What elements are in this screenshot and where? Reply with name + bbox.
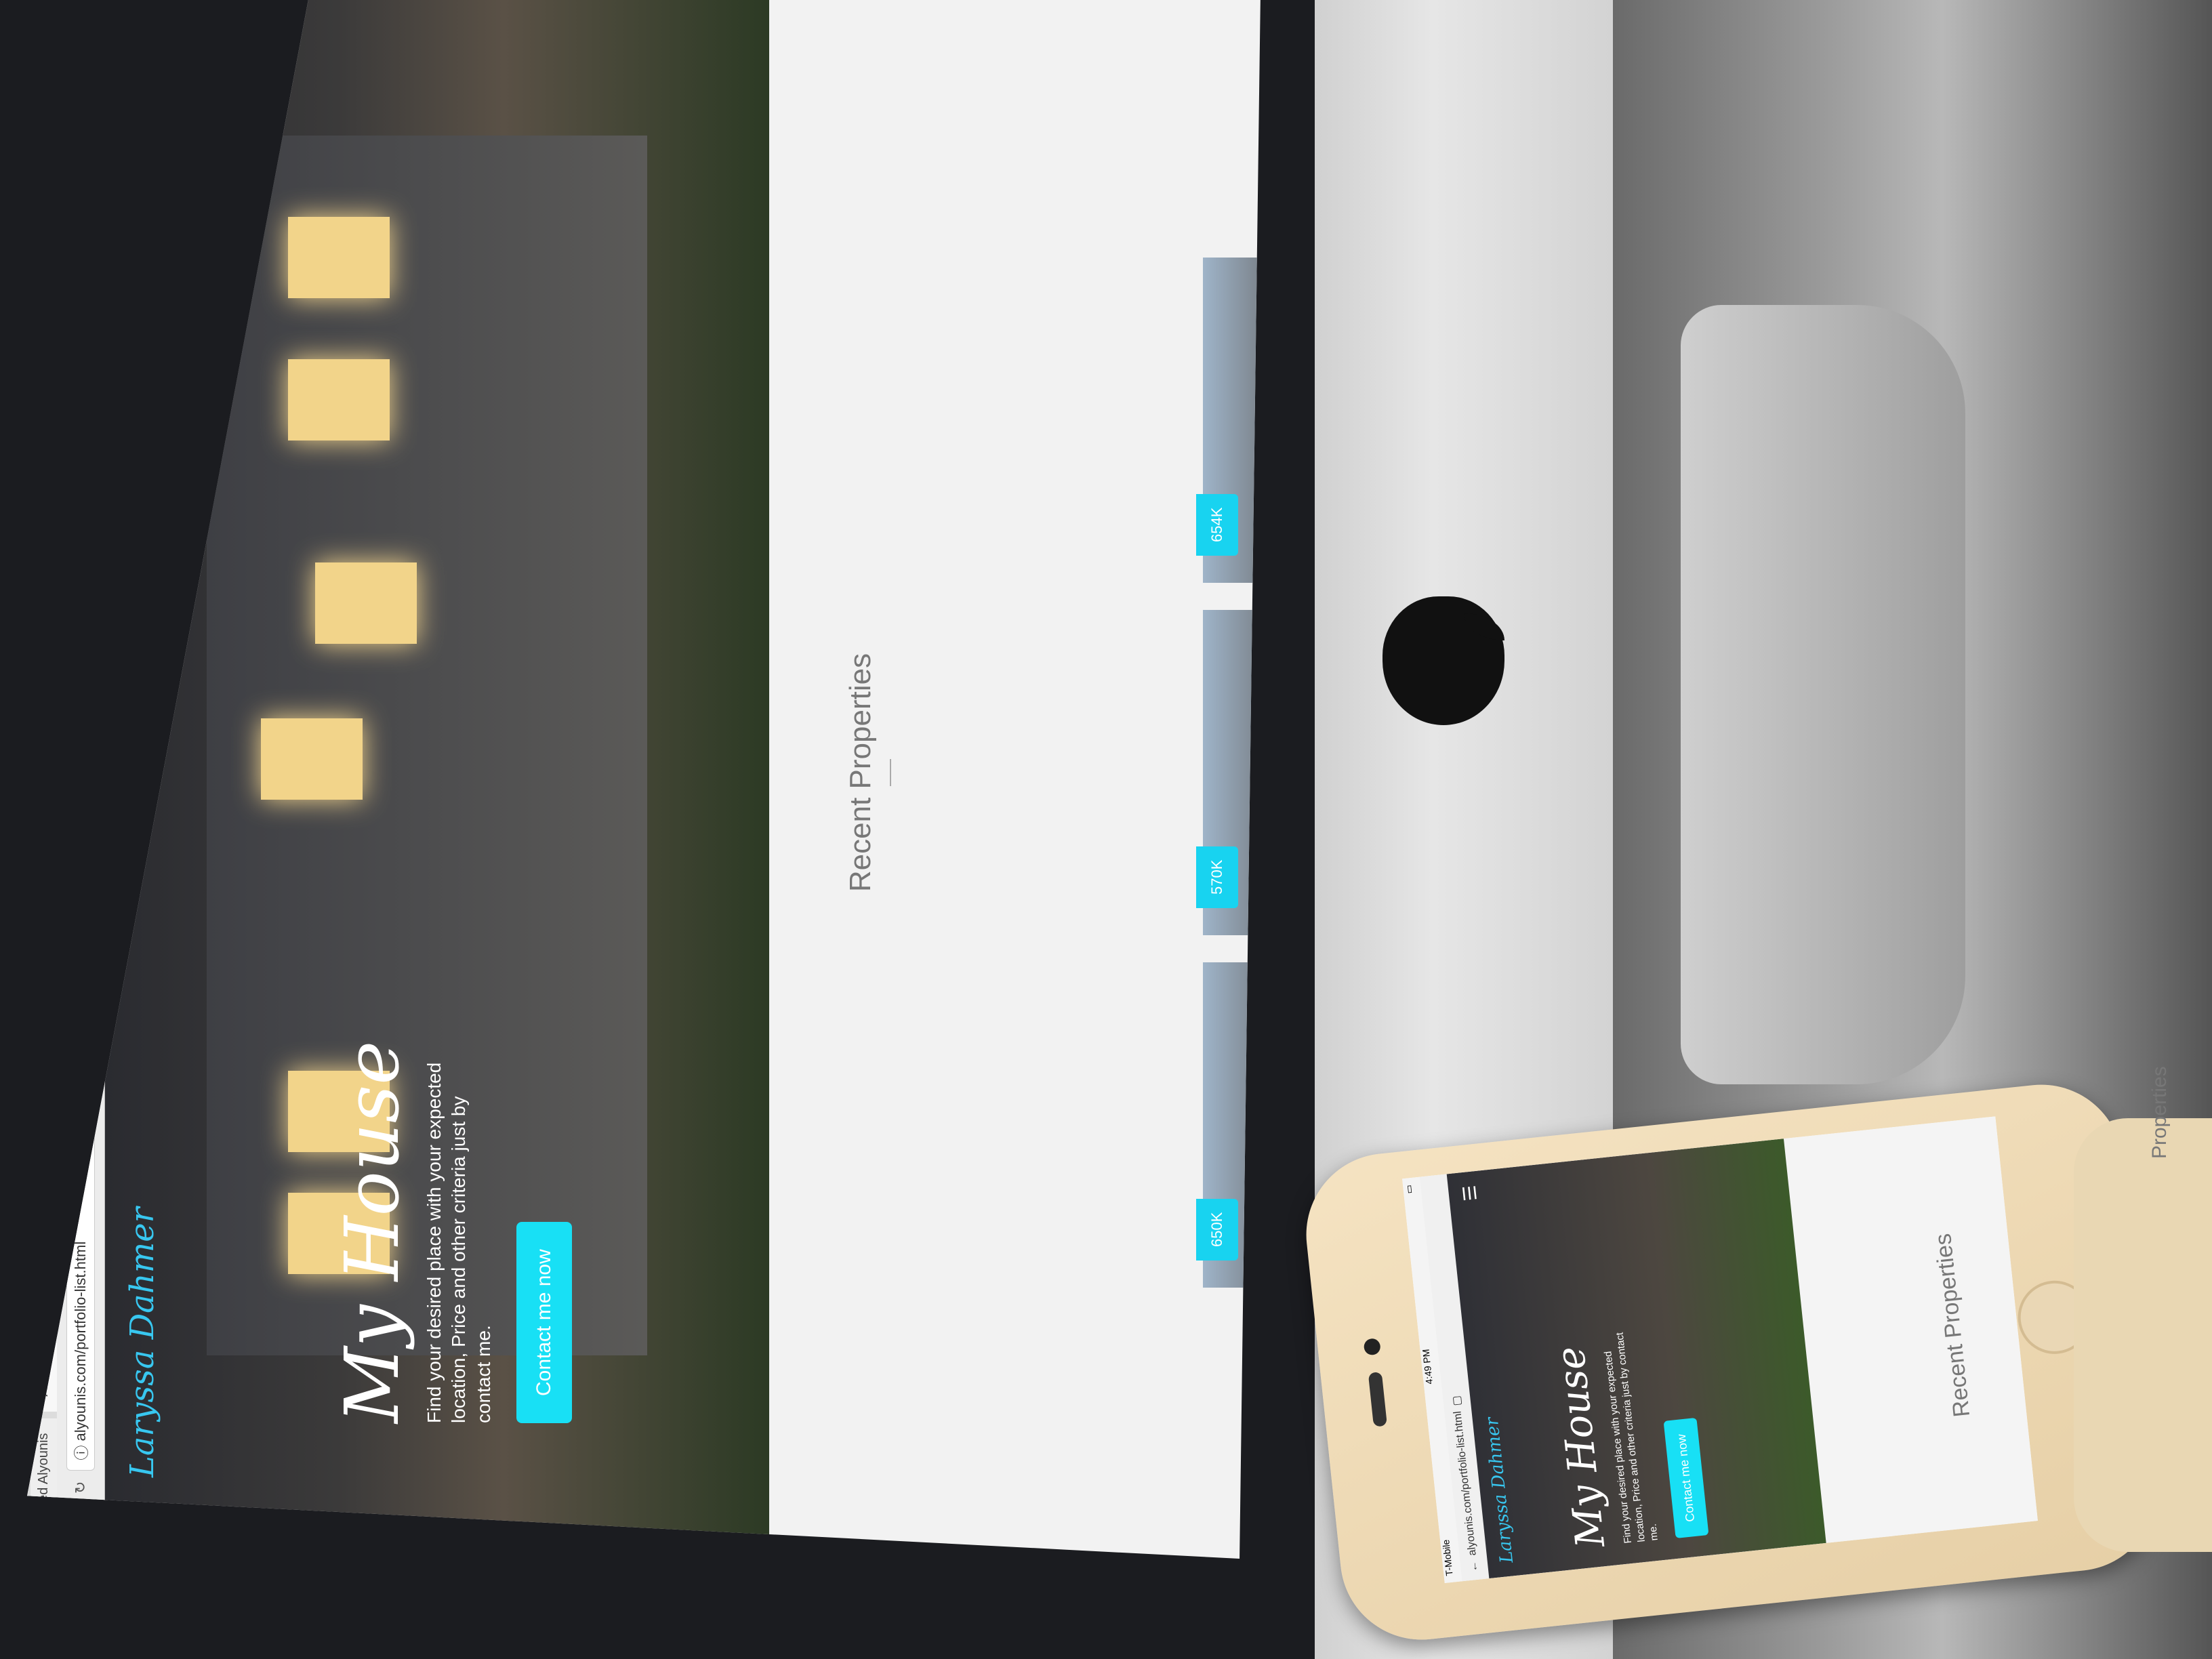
tab-0[interactable]: Ahmed Alyounis <box>30 1418 57 1545</box>
forward-icon[interactable]: → <box>72 1504 89 1519</box>
tab-strip: Ahmed Alyounis Ahmed Alyounis - Work Get… <box>27 0 57 1559</box>
hero-section: Laryssa Dahmer Home Properties Resource … <box>105 0 769 1559</box>
hero-subtitle: Find your desired place with your expect… <box>424 1062 494 1423</box>
back-icon[interactable]: ← <box>72 1530 89 1545</box>
address-bar[interactable]: ⓘ alyounis.com/portfolio-list.html <box>66 49 95 1471</box>
property-cards: 650K 570K 654K <box>1196 0 1261 1559</box>
monitor-bezel: Ahmed Alyounis Ahmed Alyounis - Work Get… <box>0 0 1315 1659</box>
hero-text: My House Find your desired place with yo… <box>329 1040 573 1423</box>
price-badge: 570K <box>1196 846 1238 908</box>
house-window <box>288 359 390 441</box>
front-camera-icon <box>1363 1338 1381 1356</box>
phone-browser: T-Mobile 4:49 PM ▭ ← alyounis.com/portfo… <box>1402 1116 2038 1584</box>
site-nav: Home Properties Resource Blog About Cont… <box>106 68 179 565</box>
battery-icon: ▭ <box>1403 1184 1415 1195</box>
monitor-screen: Ahmed Alyounis Ahmed Alyounis - Work Get… <box>27 0 1261 1559</box>
price-badge: 654K <box>1196 493 1238 556</box>
phone-screen: T-Mobile 4:49 PM ▭ ← alyounis.com/portfo… <box>1402 1116 2038 1584</box>
nav-properties[interactable]: Properties <box>106 388 179 491</box>
phone-contact-button[interactable]: Contact me now <box>1663 1417 1709 1539</box>
address-text: alyounis.com/portfolio-list.html <box>72 1241 89 1441</box>
hero-title: My House <box>329 1040 415 1423</box>
info-icon[interactable]: ⓘ <box>70 1441 91 1460</box>
tabs-icon[interactable]: ▢ <box>1450 1395 1464 1406</box>
house-window <box>315 562 417 644</box>
hamburger-menu-icon[interactable]: ☰ <box>1459 1184 1481 1202</box>
back-icon[interactable]: ← <box>1468 1560 1481 1573</box>
phone-hero: Laryssa Dahmer ☰ My House Find your desi… <box>1446 1139 1826 1579</box>
browser-toolbar: ← → ↻ ⓘ alyounis.com/portfolio-list.html… <box>57 0 105 1559</box>
speaker-grille <box>1368 1372 1388 1427</box>
price-badge: 650K <box>1196 1198 1238 1261</box>
tab-5[interactable]: Work | HOANG <box>30 613 57 736</box>
property-card[interactable]: 654K <box>1196 258 1261 583</box>
nav-about[interactable]: About <box>106 154 179 226</box>
second-phone-text: Properties <box>2148 1066 2171 1159</box>
section-divider <box>890 759 891 786</box>
second-phone: Properties <box>2074 1066 2212 1552</box>
time-label: 4:49 PM <box>1420 1348 1435 1385</box>
site-brand[interactable]: Laryssa Dahmer <box>123 1207 161 1477</box>
apple-logo-icon <box>1382 596 1504 725</box>
nav-blog[interactable]: Blog <box>106 226 179 288</box>
bookmark-star-icon[interactable]: ☆ <box>72 26 89 39</box>
extensions-icon[interactable]: ⋮ <box>72 0 89 15</box>
iphone: T-Mobile 4:49 PM ▭ ← alyounis.com/portfo… <box>1298 1076 2165 1648</box>
tab-1[interactable]: Ahmed Alyounis - Work <box>30 1241 57 1412</box>
carrier-label: T-Mobile <box>1440 1539 1455 1577</box>
tab-2[interactable]: Getting started · Bootstrap <box>30 1045 57 1235</box>
nav-home[interactable]: Home <box>106 491 179 565</box>
property-card[interactable]: 570K <box>1196 610 1261 935</box>
tab-3[interactable]: New Tab <box>30 956 57 1039</box>
contact-button[interactable]: Contact me now <box>516 1222 573 1423</box>
imac-stand-arm <box>1681 305 1965 1084</box>
tab-4[interactable]: MaPo - Creative Personal P... <box>30 742 57 950</box>
browser-window: Ahmed Alyounis Ahmed Alyounis - Work Get… <box>27 0 1261 1559</box>
recent-properties-section: Recent Properties 650K 570K 654K <box>769 0 1261 1559</box>
nav-resource[interactable]: Resource <box>106 288 179 388</box>
phone-brand[interactable]: Laryssa Dahmer <box>1482 1416 1517 1564</box>
section-title: Recent Properties <box>844 653 877 893</box>
house-window <box>288 217 390 298</box>
reload-icon[interactable]: ↻ <box>72 1481 89 1494</box>
nav-contact[interactable]: Contact <box>106 68 179 154</box>
property-card[interactable]: 650K <box>1196 962 1261 1288</box>
house-window <box>261 718 363 800</box>
site-navbar: Laryssa Dahmer Home Properties Resource … <box>105 0 180 1559</box>
